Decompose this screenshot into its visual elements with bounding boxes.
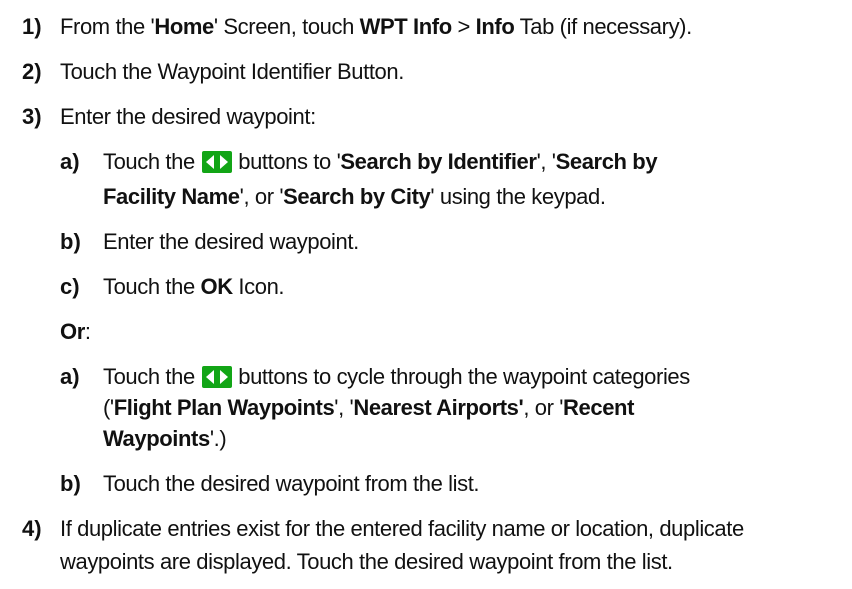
or-label: Or: bbox=[60, 319, 91, 344]
step-1-text: From the 'Home' Screen, touch WPT Info >… bbox=[60, 14, 692, 39]
info-tab-label: Info bbox=[475, 14, 515, 39]
step-3-text: Enter the desired waypoint: bbox=[60, 104, 316, 129]
alt-substep-a-text-line3: Waypoints'.) bbox=[103, 426, 227, 451]
wpt-info-label: WPT Info bbox=[359, 14, 453, 39]
alt-substep-a-text-line2: ('Flight Plan Waypoints', 'Nearest Airpo… bbox=[103, 395, 635, 420]
alt-substep-b-label: b) bbox=[60, 471, 81, 496]
step-4-text-line2: waypoints are displayed. Touch the desir… bbox=[60, 549, 673, 574]
step-2-text: Touch the Waypoint Identifier Button. bbox=[60, 59, 404, 84]
substep-a-text-line1: Touch the buttons to 'Search by Identifi… bbox=[103, 149, 658, 174]
step-3-number: 3) bbox=[22, 104, 42, 129]
left-right-arrow-buttons-icon bbox=[201, 151, 232, 173]
substep-b-label: b) bbox=[60, 229, 81, 254]
substep-a-text-line2: Facility Name', or 'Search by City' usin… bbox=[103, 184, 606, 209]
substep-a-label: a) bbox=[60, 149, 80, 174]
substep-c-text: Touch the OK Icon. bbox=[103, 274, 285, 299]
step-1-number: 1) bbox=[22, 14, 42, 39]
step-4-number: 4) bbox=[22, 516, 42, 541]
step-4-text-line1: If duplicate entries exist for the enter… bbox=[60, 516, 744, 541]
left-right-arrow-buttons-icon bbox=[201, 366, 232, 388]
substep-c-label: c) bbox=[60, 274, 80, 299]
alt-substep-a-text-line1: Touch the buttons to cycle through the w… bbox=[103, 364, 690, 389]
alt-substep-b-text: Touch the desired waypoint from the list… bbox=[103, 471, 480, 496]
step-2-number: 2) bbox=[22, 59, 42, 84]
alt-substep-a-label: a) bbox=[60, 364, 80, 389]
substep-b-text: Enter the desired waypoint. bbox=[103, 229, 359, 254]
ok-icon-label: OK bbox=[200, 274, 234, 299]
home-screen-label: Home bbox=[154, 14, 214, 39]
